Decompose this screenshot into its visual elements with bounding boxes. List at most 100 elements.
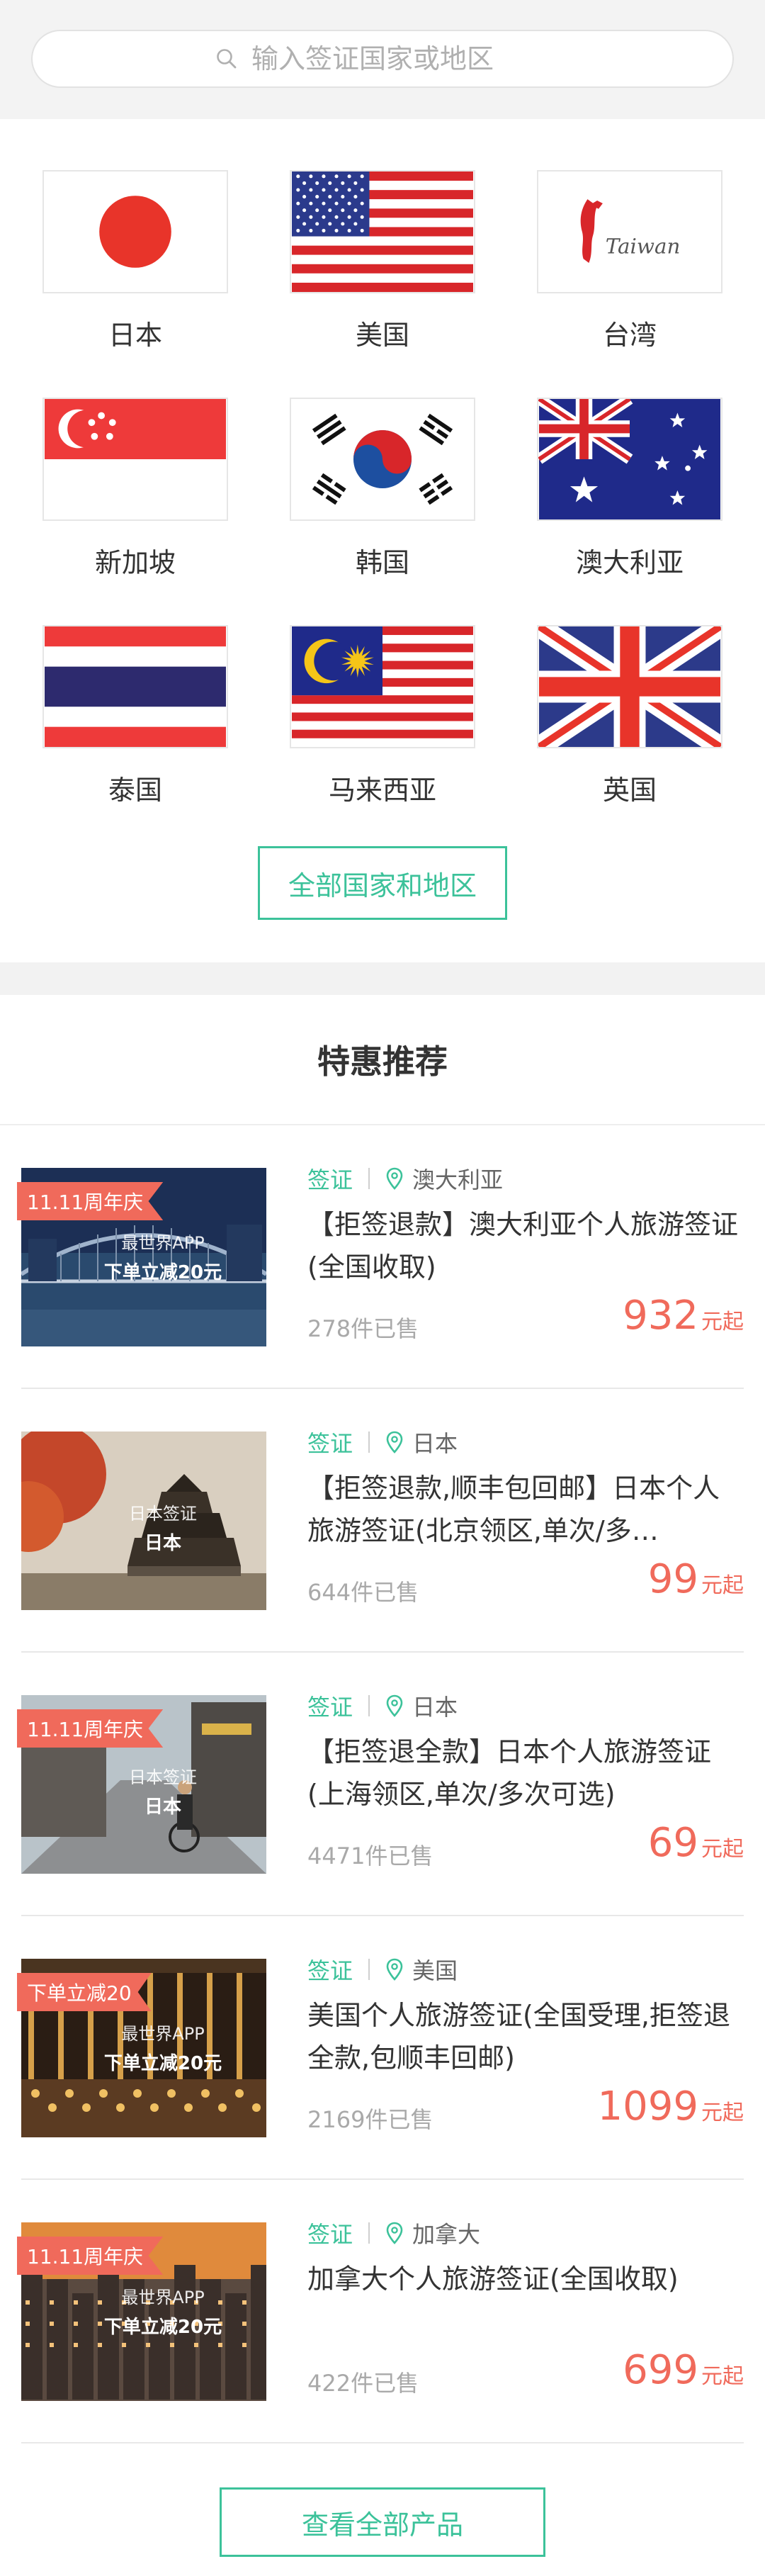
country-japan[interactable]: 日本 xyxy=(42,170,228,352)
uk-flag-icon xyxy=(537,625,722,748)
deal-category: 签证 xyxy=(307,1430,353,1457)
deal-image-caption-line2: 日本 xyxy=(144,1796,181,1818)
deal-price: 99 元起 xyxy=(648,1556,744,1602)
country-korea[interactable]: 韩国 xyxy=(290,398,475,580)
all-countries-button[interactable]: 全部国家和地区 xyxy=(258,846,507,920)
country-name: 韩国 xyxy=(355,547,409,578)
tag-divider xyxy=(368,1432,370,1453)
deal-image-caption-line1: 日本签证 xyxy=(129,1504,197,1524)
location-pin-icon xyxy=(386,1694,403,1717)
taiwan-flag-text: Taiwan xyxy=(606,234,681,258)
deal-image-caption-line2: 下单立减20元 xyxy=(103,2317,222,2338)
deal-item[interactable]: 最世界APP 下单立减20元 11.11周年庆 签证 加拿大 加拿大个人旅游签证… xyxy=(17,2180,744,2443)
price-value: 69 xyxy=(647,1820,698,1866)
country-uk[interactable]: 英国 xyxy=(537,625,722,807)
country-thailand[interactable]: 泰国 xyxy=(42,625,228,807)
tag-divider xyxy=(368,2222,370,2244)
deal-sold-count: 2169件已售 xyxy=(307,2106,434,2133)
price-unit: 元起 xyxy=(701,1310,744,1334)
price-unit: 元起 xyxy=(701,1573,744,1598)
deal-image-caption-line1: 最世界APP xyxy=(121,1233,205,1253)
korea-flag-icon xyxy=(290,398,475,521)
deal-title[interactable]: 【拒签退全款】日本个人旅游签证(上海领区,单次/多次可选) xyxy=(307,1731,744,1816)
deal-item[interactable]: 最世界APP 下单立减20元 11.11周年庆 签证 澳大利亚 【拒签退款】澳大… xyxy=(17,1125,744,1389)
deal-tags: 签证 加拿大 xyxy=(307,2215,480,2251)
country-name: 美国 xyxy=(355,320,409,351)
deal-image-caption-line2: 下单立减20元 xyxy=(103,2053,222,2074)
tag-divider xyxy=(368,1959,370,1980)
country-name: 日本 xyxy=(108,320,162,351)
thailand-flag-icon xyxy=(42,625,228,748)
deal-image-caption: 最世界APP 下单立减20元 xyxy=(85,1229,241,1284)
deal-category: 签证 xyxy=(307,2221,353,2248)
deal-title[interactable]: 【拒签退款】澳大利亚个人旅游签证(全国收取) xyxy=(307,1203,744,1288)
search-icon xyxy=(217,49,237,69)
search-box[interactable] xyxy=(31,30,734,88)
deal-location: 美国 xyxy=(412,1957,458,1984)
section-divider xyxy=(0,962,765,995)
deal-sold-count: 4471件已售 xyxy=(307,1843,434,1869)
deal-title[interactable]: 美国个人旅游签证(全国受理,拒签退全款,包顺丰回邮) xyxy=(307,1994,744,2079)
deal-image: 日本签证 日本 xyxy=(21,1432,266,1610)
country-taiwan[interactable]: Taiwan 台湾 xyxy=(537,170,722,352)
promo-ribbon: 11.11周年庆 xyxy=(17,1709,164,1748)
country-singapore[interactable]: 新加坡 xyxy=(42,398,228,580)
price-value: 99 xyxy=(647,1556,698,1602)
tag-divider xyxy=(368,1168,370,1189)
price-unit: 元起 xyxy=(701,2364,744,2389)
deal-location: 澳大利亚 xyxy=(412,1166,504,1193)
country-malaysia[interactable]: 马来西亚 xyxy=(290,625,475,807)
japan-flag-icon xyxy=(42,170,228,293)
usa-flag-icon xyxy=(290,170,475,293)
deal-title[interactable]: 加拿大个人旅游签证(全国收取) xyxy=(307,2258,744,2300)
country-name: 澳大利亚 xyxy=(575,547,684,578)
country-grid: 日本 美国 Taiwan 台湾 新加坡 韩国 澳大利亚 泰国 马来西亚 英国 全… xyxy=(0,119,765,962)
deal-tags: 签证 日本 xyxy=(307,1424,458,1460)
search-area xyxy=(0,0,765,119)
deal-image-caption: 最世界APP 下单立减20元 xyxy=(85,2020,241,2075)
price-value: 1099 xyxy=(597,2083,698,2130)
australia-flag-icon xyxy=(537,398,722,521)
deal-image-caption-line1: 日本签证 xyxy=(129,1767,197,1787)
deal-image-caption-line1: 最世界APP xyxy=(121,2288,205,2307)
deal-title[interactable]: 【拒签退款,顺丰包回邮】日本个人旅游签证(北京领区,单次/多… xyxy=(307,1467,744,1552)
deal-price: 932 元起 xyxy=(623,1293,744,1339)
deal-image-caption: 日本签证 日本 xyxy=(85,1763,241,1818)
malaysia-flag-icon xyxy=(290,625,475,748)
deal-tags: 签证 日本 xyxy=(307,1688,458,1723)
location-pin-icon xyxy=(386,1431,403,1453)
view-all-products-button[interactable]: 查看全部产品 xyxy=(220,2487,545,2557)
deal-image-caption-line1: 最世界APP xyxy=(121,2024,205,2044)
deal-image-caption-line2: 下单立减20元 xyxy=(103,1262,222,1283)
promo-ribbon: 11.11周年庆 xyxy=(17,2237,164,2275)
deal-image-caption: 日本签证 日本 xyxy=(85,1500,241,1555)
location-pin-icon xyxy=(386,1958,403,1981)
singapore-flag-icon xyxy=(42,398,228,521)
deal-item[interactable]: 日本签证 日本 11.11周年庆 签证 日本 【拒签退全款】日本个人旅游签证(上… xyxy=(17,1653,744,1916)
deal-location: 加拿大 xyxy=(412,2221,481,2248)
promo-ribbon: 11.11周年庆 xyxy=(17,1182,164,1220)
deal-category: 签证 xyxy=(307,1957,353,1984)
country-name: 台湾 xyxy=(602,320,657,351)
country-usa[interactable]: 美国 xyxy=(290,170,475,352)
deal-price: 699 元起 xyxy=(623,2347,744,2393)
deal-image-caption: 最世界APP 下单立减20元 xyxy=(85,2283,241,2339)
deal-item[interactable]: 日本签证 日本 签证 日本 【拒签退款,顺丰包回邮】日本个人旅游签证(北京领区,… xyxy=(21,1389,744,1653)
price-value: 699 xyxy=(623,2347,698,2393)
location-pin-icon xyxy=(386,1167,403,1190)
deal-item[interactable]: 最世界APP 下单立减20元 下单立减20 签证 美国 美国个人旅游签证(全国受… xyxy=(17,1916,744,2180)
country-name: 新加坡 xyxy=(94,547,176,578)
deal-sold-count: 644件已售 xyxy=(307,1579,419,1606)
deal-tags: 签证 美国 xyxy=(307,1952,458,1987)
deal-category: 签证 xyxy=(307,1166,353,1193)
location-pin-icon xyxy=(386,2222,403,2244)
deal-price: 69 元起 xyxy=(648,1820,744,1866)
deal-tags: 签证 澳大利亚 xyxy=(307,1161,503,1196)
promo-ribbon: 下单立减20 xyxy=(17,1973,152,2011)
search-input[interactable] xyxy=(251,43,549,74)
country-name: 马来西亚 xyxy=(328,775,436,806)
deals-section-title: 特惠推荐 xyxy=(0,995,765,1125)
country-name: 英国 xyxy=(602,775,657,806)
country-australia[interactable]: 澳大利亚 xyxy=(537,398,722,580)
country-name: 泰国 xyxy=(108,775,162,806)
